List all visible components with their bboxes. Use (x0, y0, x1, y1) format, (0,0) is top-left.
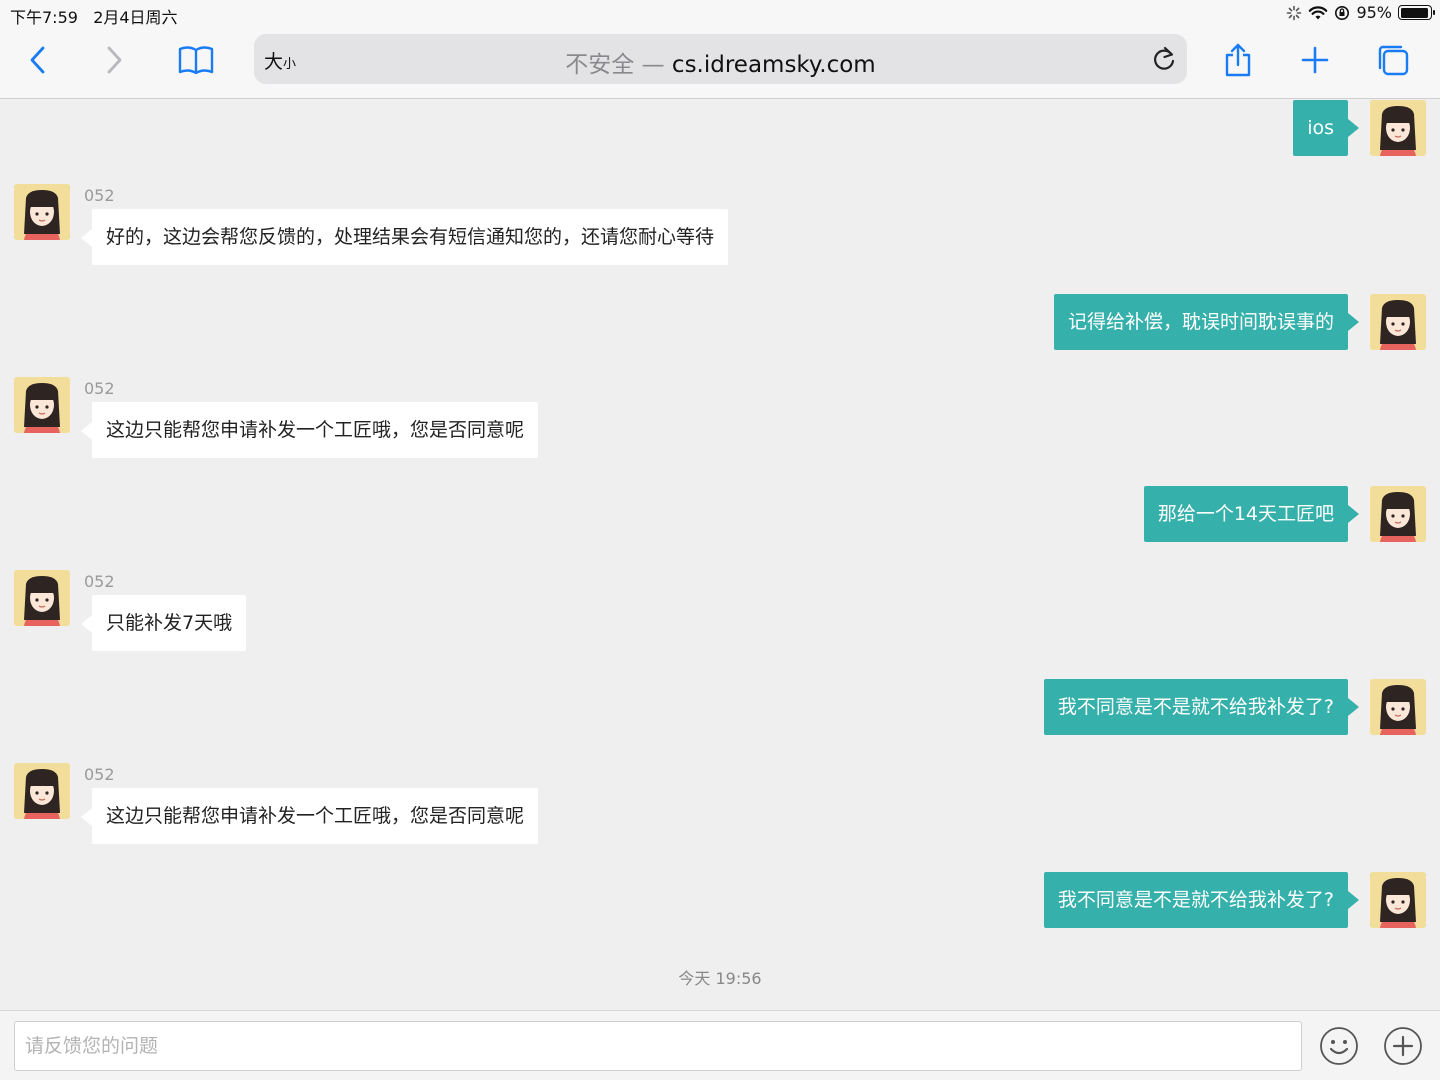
chat-history[interactable]: 今天 19:56 ios 052 好的，这边会帮您反馈的，处理结果会有短信通知您的，… (0, 100, 1440, 1010)
status-bar: 下午7:59 2月4日周六 95% (0, 0, 1440, 28)
tabs-button[interactable] (1373, 40, 1413, 80)
add-circle-icon (1384, 1027, 1422, 1065)
share-button[interactable] (1218, 40, 1258, 80)
bookmarks-button[interactable] (176, 40, 216, 80)
message-bubble[interactable]: ios (1293, 100, 1359, 156)
activity-spinner-icon (1287, 5, 1302, 20)
back-button[interactable] (18, 40, 58, 80)
girl-avatar-icon (14, 377, 70, 433)
url-display[interactable]: 不安全 — cs.idreamsky.com (254, 45, 1187, 79)
girl-avatar-icon (1370, 486, 1426, 542)
message-bubble[interactable]: 这边只能帮您申请补发一个工匠哦，您是否同意呢 (80, 402, 539, 458)
message-bubble[interactable]: 好的，这边会帮您反馈的，处理结果会有短信通知您的，还请您耐心等待 (80, 209, 729, 265)
girl-avatar-icon (1370, 872, 1426, 928)
insecure-label: 不安全 — (565, 52, 672, 78)
girl-avatar-icon (14, 184, 70, 240)
forward-button[interactable] (94, 40, 134, 80)
user-avatar (1370, 486, 1426, 542)
reload-button[interactable] (1151, 45, 1177, 77)
message-bubble[interactable]: 那给一个14天工匠吧 (1143, 486, 1360, 542)
smiley-icon (1320, 1027, 1358, 1065)
share-icon (1225, 43, 1251, 77)
girl-avatar-icon (14, 570, 70, 626)
user-avatar (1370, 872, 1426, 928)
chevron-right-icon (107, 46, 122, 74)
battery-icon (1398, 5, 1435, 20)
girl-avatar-icon (1370, 100, 1426, 156)
user-avatar (1370, 100, 1426, 156)
user-avatar (1370, 679, 1426, 735)
chevron-left-icon (30, 46, 45, 74)
new-tab-button[interactable] (1295, 40, 1335, 80)
user-avatar (1370, 294, 1426, 350)
chat-timestamp: 今天 19:56 (678, 969, 762, 988)
message-bubble[interactable]: 我不同意是不是就不给我补发了? (1043, 679, 1360, 735)
more-button[interactable] (1382, 1025, 1424, 1067)
message-bubble[interactable]: 只能补发7天哦 (80, 595, 247, 651)
status-indicators: 95% (1286, 3, 1435, 22)
orientation-lock-icon (1335, 5, 1350, 20)
address-bar[interactable]: 大小 不安全 — cs.idreamsky.com (254, 34, 1187, 84)
reload-icon (1154, 46, 1175, 70)
agent-avatar (14, 184, 70, 240)
book-icon (178, 46, 214, 75)
sender-name: 052 (84, 186, 115, 205)
url-domain: cs.idreamsky.com (671, 52, 876, 78)
tabs-icon (1378, 45, 1409, 76)
agent-avatar (14, 570, 70, 626)
girl-avatar-icon (1370, 294, 1426, 350)
message-bubble[interactable]: 我不同意是不是就不给我补发了? (1043, 872, 1360, 928)
girl-avatar-icon (1370, 679, 1426, 735)
battery-level (1400, 7, 1429, 18)
message-input[interactable] (14, 1021, 1302, 1071)
message-bubble[interactable]: 记得给补偿，耽误时间耽误事的 (1053, 294, 1360, 350)
composer-bar (0, 1010, 1440, 1080)
browser-toolbar: 大小 不安全 — cs.idreamsky.com (0, 28, 1440, 99)
sender-name: 052 (84, 765, 115, 784)
emoji-button[interactable] (1318, 1025, 1360, 1067)
agent-avatar (14, 377, 70, 433)
battery-percent: 95% (1356, 3, 1392, 22)
sender-name: 052 (84, 379, 115, 398)
girl-avatar-icon (14, 763, 70, 819)
sender-name: 052 (84, 572, 115, 591)
plus-icon (1301, 46, 1329, 74)
agent-avatar (14, 763, 70, 819)
status-time-date: 下午7:59 2月4日周六 (10, 8, 178, 27)
message-bubble[interactable]: 这边只能帮您申请补发一个工匠哦，您是否同意呢 (80, 788, 539, 844)
wifi-icon (1309, 5, 1328, 19)
